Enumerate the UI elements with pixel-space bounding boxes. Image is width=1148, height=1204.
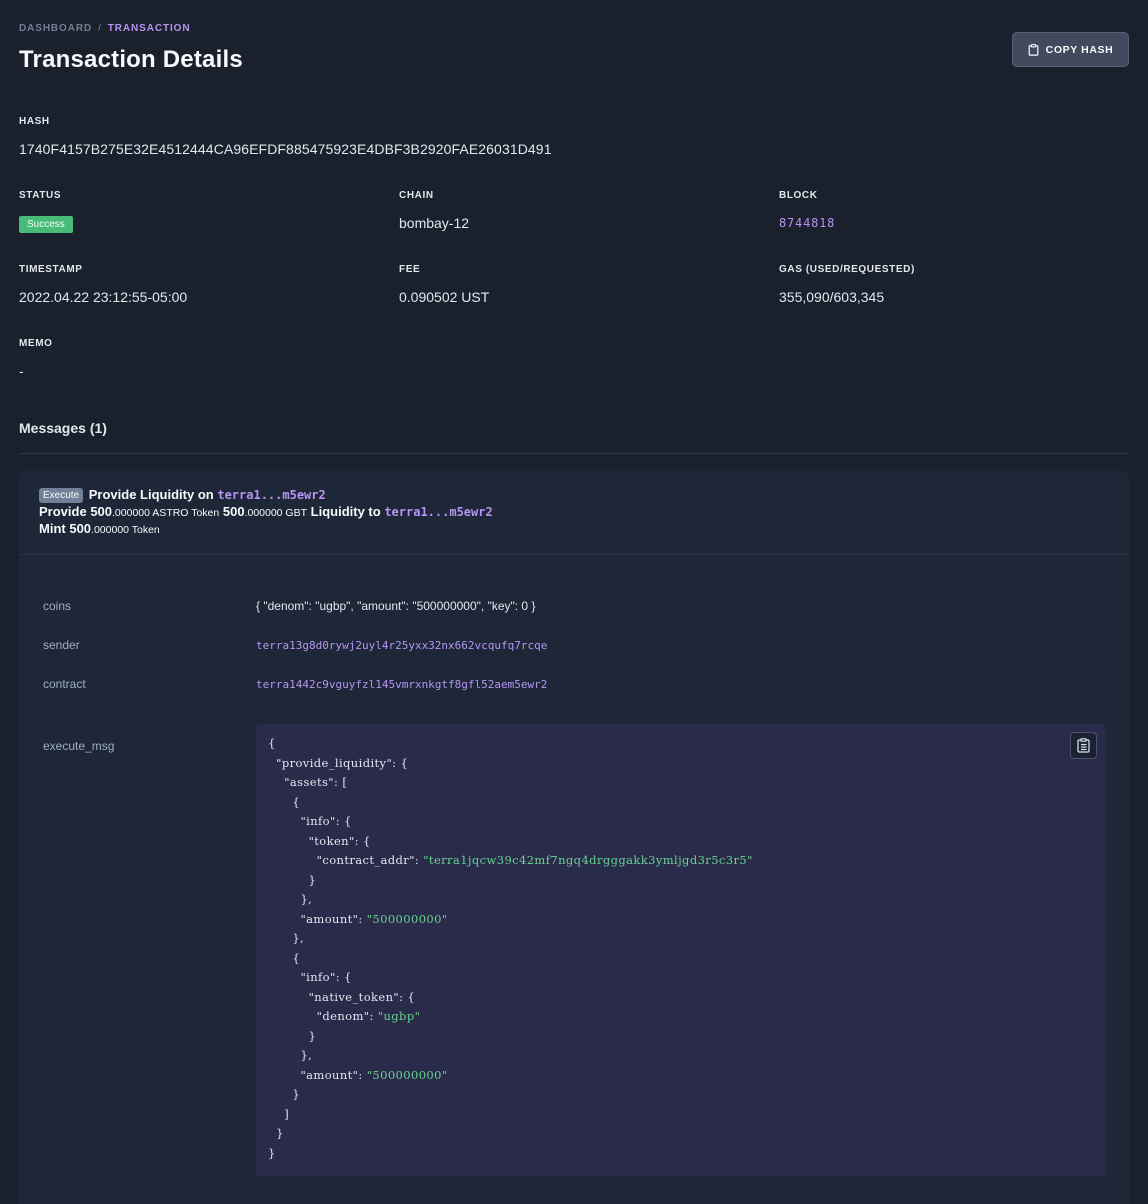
contract-link[interactable]: terra1442c9vguyfzl145vmrxnkgtf8gfl52aem5… (256, 678, 547, 691)
liquidity-to-text: Liquidity to (310, 503, 381, 519)
fee-value: 0.090502 UST (399, 289, 490, 305)
chain-value: bombay-12 (399, 215, 470, 231)
timestamp-value: 2022.04.22 23:12:55-05:00 (19, 289, 188, 305)
amount-1-int: 500 (90, 503, 113, 519)
message-summary-line-1: Execute Provide Liquidity on terra1...m5… (39, 487, 1109, 504)
messages-title: Messages (1) (19, 420, 107, 436)
breadcrumb-separator: / (98, 23, 102, 34)
execute-msg-code-block: { "provide_liquidity": { "assets": [ { "… (256, 724, 1106, 1176)
amount-2-dec: .000000 GBT (244, 506, 308, 519)
mint-amount-dec: .000000 Token (91, 524, 160, 536)
amount-1-dec: .000000 ASTRO Token (112, 506, 220, 519)
execute-badge: Execute (39, 488, 84, 503)
message-summary-line-3: Mint 500.000000 Token (39, 521, 1109, 539)
breadcrumb-current: TRANSACTION (107, 23, 191, 34)
execute-msg-key: execute_msg (43, 739, 115, 753)
status-label: STATUS (19, 190, 62, 201)
clipboard-list-icon (1077, 738, 1090, 753)
mint-text: Mint (39, 521, 66, 536)
contract-key: contract (43, 677, 86, 691)
timestamp-label: TIMESTAMP (19, 264, 83, 275)
block-link[interactable]: 8744818 (779, 216, 835, 230)
gas-value: 355,090/603,345 (779, 289, 885, 305)
copy-hash-button[interactable]: COPY HASH (1012, 32, 1129, 67)
message-summary: Execute Provide Liquidity on terra1...m5… (19, 471, 1129, 555)
liquidity-address-link[interactable]: terra1...m5ewr2 (384, 505, 492, 519)
execute-msg-json: { "provide_liquidity": { "assets": [ { "… (268, 736, 753, 1160)
amount-2-int: 500 (222, 503, 245, 519)
memo-value: - (19, 363, 24, 379)
copy-code-button[interactable] (1070, 732, 1097, 759)
coins-key: coins (43, 599, 72, 613)
block-label: BLOCK (779, 190, 818, 201)
chain-label: CHAIN (399, 190, 434, 201)
memo-label: MEMO (19, 338, 53, 349)
sender-key: sender (43, 638, 80, 652)
hash-label: HASH (19, 116, 50, 127)
status-badge: Success (19, 216, 73, 233)
hash-value: 1740F4157B275E32E4512444CA96EFDF88547592… (19, 141, 552, 157)
divider (19, 453, 1129, 454)
page-title: Transaction Details (19, 46, 243, 73)
copy-hash-label: COPY HASH (1045, 43, 1114, 56)
summary-action-text: Provide Liquidity on (88, 487, 214, 502)
clipboard-icon (1028, 43, 1039, 56)
provide-text: Provide (39, 503, 87, 519)
message-summary-line-2: Provide 500.000000 ASTRO Token 500.00000… (39, 504, 1109, 522)
coins-value: { "denom": "ugbp", "amount": "500000000"… (256, 599, 536, 613)
gas-label: GAS (USED/REQUESTED) (779, 264, 915, 275)
message-card: Execute Provide Liquidity on terra1...m5… (19, 471, 1129, 1204)
mint-amount-int: 500 (69, 521, 92, 536)
breadcrumb: DASHBOARD / TRANSACTION (19, 23, 190, 34)
fee-label: FEE (399, 264, 421, 275)
sender-link[interactable]: terra13g8d0rywj2uyl4r25yxx32nx662vcqufq7… (256, 639, 547, 652)
contract-address-link[interactable]: terra1...m5ewr2 (217, 488, 325, 502)
breadcrumb-dashboard-link[interactable]: DASHBOARD (19, 23, 92, 34)
